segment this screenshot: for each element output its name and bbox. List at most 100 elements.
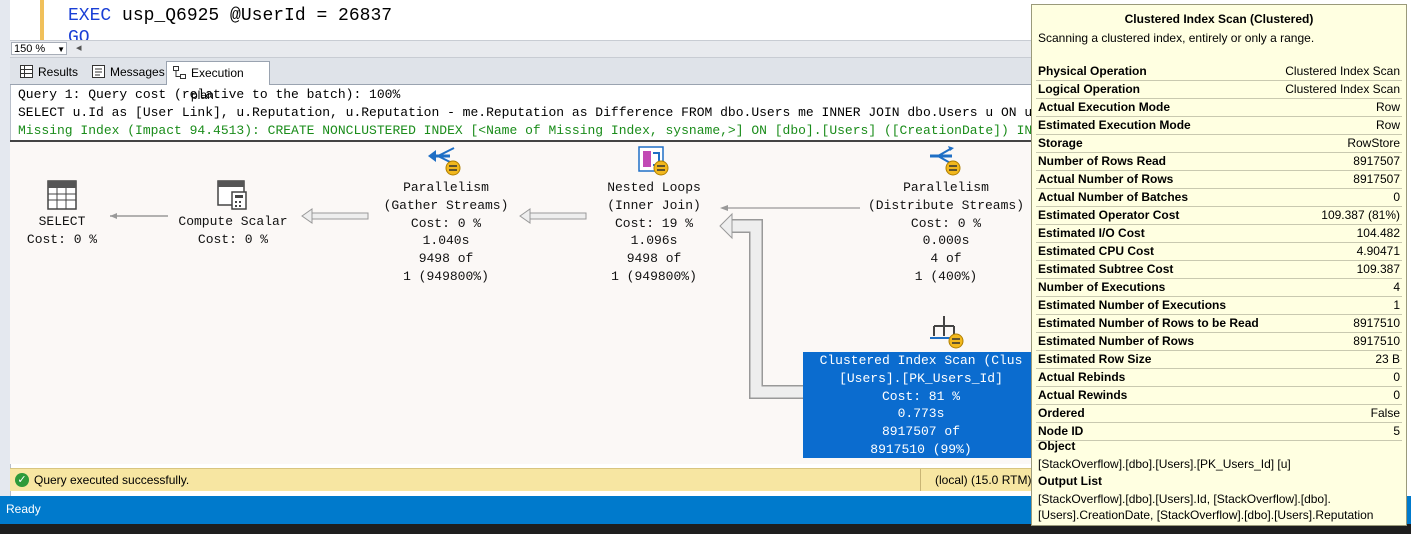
parallelism-distribute-icon: [930, 146, 961, 176]
scan-time: 0.773s: [897, 406, 945, 422]
distribute-estimate: 1 (400%): [914, 268, 978, 284]
property-row: Estimated Number of Rows to be Read 89175…: [1036, 315, 1402, 333]
property-row: Estimated Operator Cost 109.387 (81%): [1036, 207, 1402, 225]
arrow-scan-to-nested: [719, 212, 803, 399]
output-list-header: Output List: [1038, 474, 1102, 488]
property-row: Actual Rewinds 0: [1036, 387, 1402, 405]
tab-results-label: Results: [38, 65, 79, 79]
property-row: Actual Rebinds 0: [1036, 369, 1402, 387]
gather-estimate: 1 (949800%): [403, 268, 489, 284]
gather-cost: Cost: 0 %: [410, 215, 482, 231]
gather-sub: (Gather Streams): [383, 197, 509, 213]
arrow-gather-to-compute: [301, 208, 369, 224]
select-node[interactable]: SELECT Cost: 0 %: [22, 180, 102, 249]
tooltip-object-section: Object [StackOverflow].[dbo].[Users].[PK…: [1038, 439, 1402, 472]
plan-icon: [173, 66, 186, 79]
editor-change-gutter: [40, 0, 44, 40]
clustered-index-scan-node[interactable]: Clustered Index Scan (Clus [Users].[PK_U…: [803, 352, 1039, 458]
zoom-select[interactable]: 150 % ▼: [11, 42, 67, 55]
tab-messages[interactable]: Messages: [86, 61, 168, 83]
scan-name: Clustered Index Scan (Clus: [819, 353, 1023, 368]
scroll-left-icon[interactable]: ◂: [76, 41, 82, 56]
arrow-compute-to-select: [110, 213, 168, 219]
property-row: Physical Operation Clustered Index Scan: [1036, 63, 1402, 81]
property-row: Logical Operation Clustered Index Scan: [1036, 81, 1402, 99]
property-row: Estimated I/O Cost 104.482: [1036, 225, 1402, 243]
tooltip-output-section: Output List [StackOverflow].[dbo].[Users…: [1038, 474, 1402, 523]
server-info: (local) (15.0 RTM): [920, 469, 1031, 491]
editor-line-2[interactable]: GO: [68, 28, 90, 40]
distribute-rows: 4 of: [930, 251, 962, 267]
scan-object: [Users].[PK_Users_Id]: [839, 370, 1003, 386]
compute-scalar-name: Compute Scalar: [178, 214, 288, 229]
gather-time: 1.040s: [422, 233, 470, 249]
query-status-bar: ✓ Query executed successfully. (local) (…: [10, 468, 1040, 491]
gather-name: Parallelism: [403, 180, 489, 195]
missing-index-hint[interactable]: Missing Index (Impact 94.4513): CREATE N…: [18, 122, 1038, 140]
distribute-cost: Cost: 0 %: [910, 215, 982, 231]
scan-cost: Cost: 81 %: [881, 388, 960, 404]
exec-keyword: EXEC: [68, 6, 112, 26]
nested-loops-node[interactable]: Nested Loops (Inner Join) Cost: 19 % 1.0…: [586, 146, 722, 286]
distribute-sub: (Distribute Streams): [867, 197, 1025, 213]
compute-scalar-node[interactable]: Compute Scalar Cost: 0 %: [168, 180, 298, 249]
tab-execution-plan[interactable]: Execution plan: [166, 61, 270, 102]
results-tab-strip: Results Messages Execution plan: [10, 58, 1040, 102]
property-row: Storage RowStore: [1036, 135, 1402, 153]
exec-statement: usp_Q6925 @UserId = 26837: [111, 6, 393, 26]
scan-rows: 8917507 of: [881, 424, 960, 440]
gather-streams-node[interactable]: Parallelism (Gather Streams) Cost: 0 % 1…: [372, 146, 520, 286]
nested-loops-rows: 9498 of: [626, 251, 682, 267]
query-text-panel: Query 1: Query cost (relative to the bat…: [18, 86, 1038, 140]
operator-tooltip: Clustered Index Scan (Clustered) Scannin…: [1031, 4, 1407, 526]
nested-loops-estimate: 1 (949800%): [611, 268, 697, 284]
scan-estimate: 8917510 (99%): [870, 441, 972, 457]
status-message: Query executed successfully.: [34, 473, 190, 487]
tooltip-description: Scanning a clustered index, entirely or …: [1038, 31, 1315, 45]
tab-results[interactable]: Results: [14, 61, 82, 83]
object-header: Object: [1038, 439, 1076, 453]
distribute-streams-node[interactable]: Parallelism (Distribute Streams) Cost: 0…: [860, 146, 1032, 286]
property-row: Ordered False: [1036, 405, 1402, 423]
query-cost-header: Query 1: Query cost (relative to the bat…: [18, 87, 401, 102]
tooltip-title: Clustered Index Scan (Clustered): [1124, 12, 1314, 26]
property-row: Actual Number of Batches 0: [1036, 189, 1402, 207]
execution-plan-canvas[interactable]: SELECT Cost: 0 % Compute Scalar Cost: 0 …: [10, 142, 1040, 464]
compute-scalar-cost: Cost: 0 %: [197, 231, 269, 247]
sql-editor[interactable]: EXEC usp_Q6925 @UserId = 26837 GO: [10, 0, 1040, 40]
arrow-distribute-to-nested: [720, 205, 860, 211]
property-row: Estimated CPU Cost 4.90471: [1036, 243, 1402, 261]
property-row: Estimated Number of Rows 8917510: [1036, 333, 1402, 351]
success-check-icon: ✓: [15, 473, 29, 487]
output-list-line-1: [StackOverflow].[dbo].[Users].Id, [Stack…: [1038, 492, 1331, 506]
property-row: Actual Execution Mode Row: [1036, 99, 1402, 117]
nested-loops-cost: Cost: 19 %: [614, 215, 693, 231]
editor-line-1[interactable]: EXEC usp_Q6925 @UserId = 26837: [68, 6, 392, 26]
property-row: Estimated Execution Mode Row: [1036, 117, 1402, 135]
nested-loops-name: Nested Loops: [607, 180, 701, 195]
editor-zoom-bar: 150 % ▼ ◂: [10, 40, 1040, 58]
zoom-value: 150 %: [14, 43, 46, 55]
select-node-name: SELECT: [38, 214, 86, 229]
nested-loops-time: 1.096s: [630, 233, 678, 249]
parallelism-gather-icon: [428, 147, 461, 176]
object-value: [StackOverflow].[dbo].[Users].[PK_Users_…: [1038, 457, 1291, 471]
messages-icon: [92, 65, 105, 78]
nested-loops-icon: [638, 146, 669, 176]
gather-rows: 9498 of: [418, 251, 474, 267]
nested-loops-sub: (Inner Join): [607, 197, 701, 213]
property-row: Estimated Row Size 23 B: [1036, 351, 1402, 369]
output-list-line-2: [Users].CreationDate, [StackOverflow].[d…: [1038, 508, 1374, 522]
ready-label: Ready: [6, 502, 41, 516]
compute-scalar-icon: [217, 180, 247, 210]
clustered-index-scan-icon: [930, 316, 964, 349]
property-row: Estimated Subtree Cost 109.387: [1036, 261, 1402, 279]
property-row: Estimated Number of Executions 1: [1036, 297, 1402, 315]
arrow-nested-to-gather: [519, 208, 587, 224]
tooltip-properties: Physical Operation Clustered Index Scan L…: [1036, 63, 1402, 441]
select-icon: [47, 180, 77, 210]
query-sql-text: SELECT u.Id as [User Link], u.Reputation…: [18, 105, 1038, 120]
property-row: Actual Number of Rows 8917507: [1036, 171, 1402, 189]
distribute-name: Parallelism: [903, 180, 989, 195]
tab-messages-label: Messages: [110, 65, 165, 79]
